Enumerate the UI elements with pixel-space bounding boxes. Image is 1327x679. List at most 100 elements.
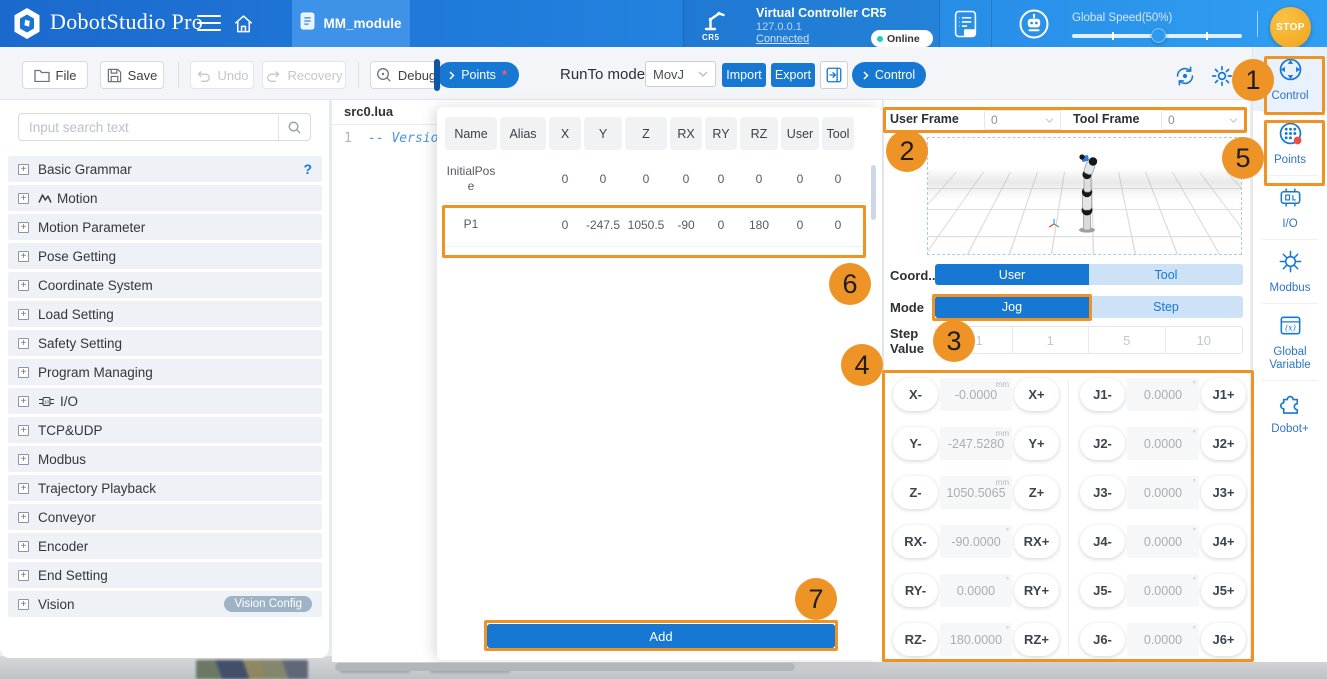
jog-j5-minus-button[interactable]: J5- xyxy=(1080,574,1125,607)
points-row-initialpose[interactable]: InitialPose00000000 xyxy=(445,155,866,203)
stop-button[interactable]: STOP xyxy=(1270,7,1311,48)
jog-j1-minus-button[interactable]: J1- xyxy=(1080,378,1125,411)
jog-rz-minus-button[interactable]: RZ- xyxy=(893,623,938,656)
sidebar-item-basic-grammar[interactable]: +Basic Grammar? xyxy=(8,156,322,182)
undo-button[interactable]: Undo xyxy=(190,61,254,89)
runto-mode-select[interactable]: MovJ xyxy=(645,61,716,87)
jog-j3-plus-button[interactable]: J3+ xyxy=(1201,476,1246,509)
expand-icon[interactable]: + xyxy=(18,512,29,523)
jog-rx-minus-button[interactable]: RX- xyxy=(893,525,938,558)
points-toolbar-button[interactable]: Points* xyxy=(437,62,519,88)
expand-icon[interactable]: + xyxy=(18,193,29,204)
expand-icon[interactable]: + xyxy=(18,570,29,581)
sidebar-item-motion[interactable]: +Motion xyxy=(8,185,322,211)
expand-icon[interactable]: + xyxy=(18,222,29,233)
settings-gear-icon[interactable] xyxy=(1210,64,1234,93)
jog-ry-plus-button[interactable]: RY+ xyxy=(1014,574,1059,607)
global-speed-handle[interactable] xyxy=(1151,28,1166,43)
add-point-button[interactable]: Add xyxy=(487,624,835,648)
menu-icon[interactable] xyxy=(197,15,221,32)
column-header-ry[interactable]: RY xyxy=(705,117,737,150)
jog-rx-plus-button[interactable]: RX+ xyxy=(1014,525,1059,558)
column-header-rz[interactable]: RZ xyxy=(740,117,778,150)
table-scrollbar[interactable] xyxy=(871,165,876,220)
search-icon[interactable] xyxy=(278,114,310,140)
sidebar-item-encoder[interactable]: +Encoder xyxy=(8,533,322,559)
sidebar-item-modbus[interactable]: +Modbus xyxy=(8,446,322,472)
expand-icon[interactable]: + xyxy=(18,599,29,610)
jog-j1-plus-button[interactable]: J1+ xyxy=(1201,378,1246,411)
sidebar-item-safety-setting[interactable]: +Safety Setting xyxy=(8,330,322,356)
log-button[interactable]: LOG xyxy=(940,0,992,47)
jog-j2-plus-button[interactable]: J2+ xyxy=(1201,427,1246,460)
sidebar-item-program-managing[interactable]: +Program Managing xyxy=(8,359,322,385)
expand-icon[interactable]: + xyxy=(18,454,29,465)
points-row-p1[interactable]: P10-247.51050.5-90018000 xyxy=(445,203,866,247)
step-value-0.1[interactable]: 0.1 xyxy=(936,327,1013,353)
control-toolbar-button[interactable]: Control xyxy=(852,62,926,88)
column-header-y[interactable]: Y xyxy=(584,117,622,150)
tab-mm-module[interactable]: MM_module xyxy=(292,0,410,47)
step-value-5[interactable]: 5 xyxy=(1089,327,1166,353)
panel-toggle-button[interactable] xyxy=(820,61,848,89)
sidebar-item-vision[interactable]: +VisionVision Config xyxy=(8,591,322,617)
import-button[interactable]: Import xyxy=(722,63,766,87)
expand-icon[interactable]: + xyxy=(18,164,29,175)
sidebar-item-i-o[interactable]: +10I/O xyxy=(8,388,322,414)
column-header-alias[interactable]: Alias xyxy=(500,117,546,150)
robot-status-icon[interactable] xyxy=(1018,8,1050,45)
expand-icon[interactable]: + xyxy=(18,309,29,320)
jog-z-minus-button[interactable]: Z- xyxy=(893,476,938,509)
jog-j4-plus-button[interactable]: J4+ xyxy=(1201,525,1246,558)
debug-button[interactable]: Debug xyxy=(370,61,442,89)
sidebar-item-global-variable[interactable]: (x)Global Variable xyxy=(1253,303,1327,380)
jog-j6-minus-button[interactable]: J6- xyxy=(1080,623,1125,656)
export-button[interactable]: Export xyxy=(771,63,815,87)
file-button[interactable]: File xyxy=(22,61,88,89)
horizontal-scrollbar[interactable] xyxy=(335,663,795,671)
search-input[interactable] xyxy=(19,114,278,140)
sidebar-item-pose-getting[interactable]: +Pose Getting xyxy=(8,243,322,269)
jog-j6-plus-button[interactable]: J6+ xyxy=(1201,623,1246,656)
jog-z-plus-button[interactable]: Z+ xyxy=(1014,476,1059,509)
step-value-1[interactable]: 1 xyxy=(1013,327,1090,353)
recovery-button[interactable]: Recovery xyxy=(262,61,346,89)
sidebar-item-end-setting[interactable]: +End Setting xyxy=(8,562,322,588)
home-icon[interactable] xyxy=(232,12,255,40)
jog-ry-minus-button[interactable]: RY- xyxy=(893,574,938,607)
jog-j3-minus-button[interactable]: J3- xyxy=(1080,476,1125,509)
mode-jog-option[interactable]: Jog xyxy=(935,296,1089,318)
column-header-z[interactable]: Z xyxy=(625,117,667,150)
sidebar-item-dobot[interactable]: Dobot+ xyxy=(1253,380,1327,444)
column-header-x[interactable]: X xyxy=(549,117,581,150)
user-frame-select[interactable]: 0 xyxy=(984,110,1061,130)
coord-user-option[interactable]: User xyxy=(935,264,1089,285)
sidebar-item-load-setting[interactable]: +Load Setting xyxy=(8,301,322,327)
coord-tool-option[interactable]: Tool xyxy=(1089,264,1243,285)
column-header-user[interactable]: User xyxy=(781,117,819,150)
step-value-10[interactable]: 10 xyxy=(1166,327,1243,353)
jog-rz-plus-button[interactable]: RZ+ xyxy=(1014,623,1059,656)
sidebar-item-conveyor[interactable]: +Conveyor xyxy=(8,504,322,530)
expand-icon[interactable]: + xyxy=(18,396,29,407)
column-header-name[interactable]: Name xyxy=(445,117,497,150)
sidebar-item-tcp-udp[interactable]: +TCP&UDP xyxy=(8,417,322,443)
sidebar-item-trajectory-playback[interactable]: +Trajectory Playback xyxy=(8,475,322,501)
mode-step-option[interactable]: Step xyxy=(1089,296,1243,318)
sidebar-item-motion-parameter[interactable]: +Motion Parameter xyxy=(8,214,322,240)
connected-link[interactable]: Connected xyxy=(756,33,809,45)
vision-config-badge[interactable]: Vision Config xyxy=(224,596,312,612)
sidebar-item-control[interactable]: Control xyxy=(1253,47,1327,111)
sidebar-item-coordinate-system[interactable]: +Coordinate System xyxy=(8,272,322,298)
help-icon[interactable]: ? xyxy=(303,161,312,177)
expand-icon[interactable]: + xyxy=(18,483,29,494)
expand-icon[interactable]: + xyxy=(18,367,29,378)
save-button[interactable]: Save xyxy=(100,61,164,89)
column-header-tool[interactable]: Tool xyxy=(822,117,854,150)
jog-j4-minus-button[interactable]: J4- xyxy=(1080,525,1125,558)
sidebar-item-points[interactable]: Points xyxy=(1253,111,1327,175)
column-header-rx[interactable]: RX xyxy=(670,117,702,150)
jog-x-minus-button[interactable]: X- xyxy=(893,378,938,411)
expand-icon[interactable]: + xyxy=(18,280,29,291)
jog-y-minus-button[interactable]: Y- xyxy=(893,427,938,460)
